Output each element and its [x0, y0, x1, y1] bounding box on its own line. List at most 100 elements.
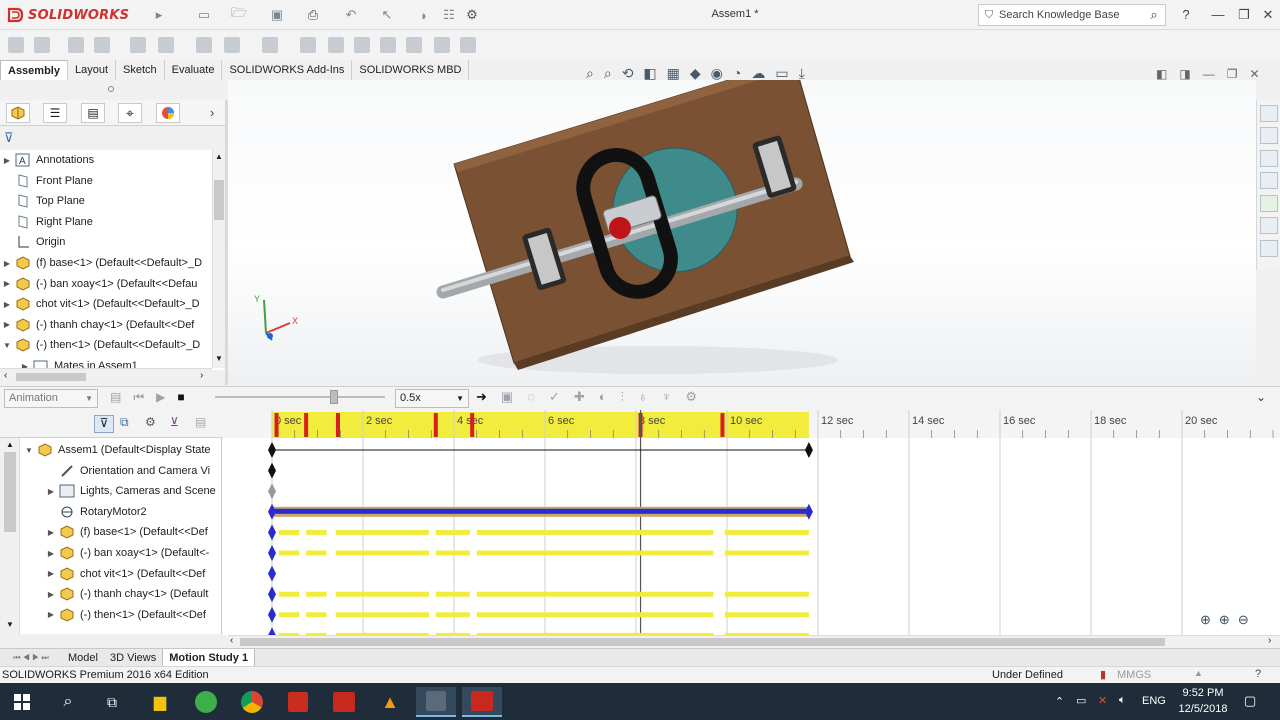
tray-volume-icon[interactable]: 🔈︎ [1119, 694, 1126, 707]
save-animation-icon[interactable]: ▣ [501, 389, 513, 405]
collapse-motion-manager-icon[interactable]: ⌄ [1256, 390, 1266, 404]
print-icon[interactable]: ⎙ [304, 6, 322, 24]
play-from-start-icon[interactable]: ⏮ [133, 390, 144, 405]
tab-addins[interactable]: SOLIDWORKS Add-Ins [222, 60, 353, 80]
tray-arrow-icon[interactable]: ⌃ [1055, 695, 1064, 708]
undo-icon[interactable]: ↶ [342, 6, 360, 24]
custom-properties-icon[interactable] [1260, 217, 1278, 234]
units-arrow-icon[interactable]: ▲ [1194, 668, 1203, 678]
scroll-down-icon[interactable]: ▼ [6, 620, 14, 629]
app-green-icon[interactable] [186, 687, 226, 717]
calculate-icon[interactable]: ▤ [110, 390, 121, 405]
feature-tree-item[interactable]: ▶ (-) ban xoay<1> (Default<<Defau [0, 274, 210, 294]
play-icon[interactable]: ▶ [156, 390, 165, 405]
contact-icon[interactable]: ♁ [638, 389, 648, 405]
timeline-canvas[interactable]: 0 sec 2 sec 4 sec 6 sec 8 sec 10 sec 12 sec 14 … [222, 410, 1280, 635]
tile-right-icon[interactable]: ◨ [1179, 67, 1190, 81]
design-library-icon[interactable] [1260, 127, 1278, 144]
autokey-icon[interactable]: ✓ [549, 389, 560, 405]
solidworks-forum-icon[interactable] [1260, 240, 1278, 257]
motion-tree-item[interactable]: ▶ Lights, Cameras and Scene [44, 481, 218, 501]
acrobat-icon[interactable] [278, 687, 318, 717]
tile-left-icon[interactable]: ◧ [1156, 67, 1167, 81]
feature-tree-scrollbar[interactable]: ▲ ▼ [212, 150, 225, 368]
slider-thumb[interactable] [330, 390, 338, 404]
insert-components-icon[interactable] [8, 37, 24, 53]
motion-tree-item[interactable]: ▶ (-) then<1> (Default<<Def [44, 605, 218, 625]
zoom-in-timeline-icon[interactable]: ⊕ [1200, 612, 1211, 628]
viewport-restore-icon[interactable]: ❐ [1227, 67, 1238, 81]
motion-tree-item[interactable]: ▶ (f) base<1> (Default<<Def [44, 522, 218, 542]
filter-driving-icon[interactable]: ⧉ [120, 415, 129, 430]
hscroll-thumb[interactable] [240, 638, 1165, 646]
expand-arrow-icon[interactable]: ▶ [44, 549, 58, 558]
tab-scroll-arrows-icon[interactable]: ⏮ ◀ ▶ ⏭ [0, 649, 62, 667]
scroll-left-icon[interactable]: ‹ [4, 370, 7, 381]
take-snapshot-icon[interactable] [434, 37, 450, 53]
solidworks-active-icon[interactable] [462, 687, 502, 717]
feature-tree-item[interactable]: ▶ chot vit<1> (Default<<Default>_D [0, 294, 210, 314]
restore-button[interactable]: ❐ [1234, 5, 1254, 25]
viewport-close-icon[interactable]: ✕ [1249, 67, 1259, 81]
solidworks-2016-icon[interactable] [324, 687, 364, 717]
save-icon[interactable]: ▣ [268, 6, 286, 24]
feature-tree-item[interactable]: Right Plane [0, 212, 210, 232]
collapse-handle-icon[interactable] [108, 86, 114, 92]
bill-of-materials-icon[interactable] [300, 37, 316, 53]
update-speedpak-icon[interactable] [406, 37, 422, 53]
clock-time[interactable]: 9:52 PM [1178, 687, 1228, 699]
tab-3d-views[interactable]: 3D Views [104, 649, 162, 667]
expand-arrow-icon[interactable]: ▶ [0, 320, 14, 329]
windows-start-icon[interactable] [2, 687, 42, 717]
property-manager-tab[interactable]: ☰ [43, 103, 67, 123]
clock-date[interactable]: 12/5/2018 [1174, 703, 1232, 715]
unit-system[interactable]: MMGS [1117, 669, 1151, 681]
tab-model[interactable]: Model [62, 649, 104, 667]
motion-tree-item[interactable]: ▶ (-) ban xoay<1> (Default<- [44, 543, 218, 563]
tray-device-icon[interactable]: ▭ [1076, 694, 1086, 707]
scroll-left-icon[interactable]: ‹ [230, 635, 233, 646]
camtasia-icon[interactable] [416, 687, 456, 717]
display-style-icon[interactable]: ◆ [690, 65, 701, 82]
smart-fasteners-icon[interactable] [94, 37, 110, 53]
motion-tree-item[interactable]: ▶ (-) thanh chay<1> (Default [44, 584, 218, 604]
hide-show-icon[interactable]: ◉ [711, 65, 723, 82]
zoom-to-area-icon[interactable]: ⌕ [604, 65, 612, 82]
menu-arrow-icon[interactable]: ▸ [150, 6, 168, 24]
feature-tree-item[interactable]: Top Plane [0, 191, 210, 211]
reference-geometry-icon[interactable] [224, 37, 240, 53]
view-settings-icon[interactable]: ▭ [775, 65, 788, 82]
configuration-manager-tab[interactable]: ▤ [81, 103, 105, 123]
linear-pattern-icon[interactable] [68, 37, 84, 53]
help-icon[interactable]: ? [1176, 5, 1196, 25]
rotate-view-icon[interactable]: ⤓ [799, 65, 805, 82]
playback-mode-icon[interactable]: ➜ [476, 389, 487, 405]
hscroll-thumb[interactable] [16, 373, 86, 381]
mate-icon[interactable] [34, 37, 50, 53]
close-button[interactable]: ✕ [1258, 5, 1278, 25]
motor-icon[interactable]: ◐ [599, 389, 607, 405]
filter-selected-icon[interactable]: ⚙ [145, 415, 156, 429]
solidworks-logo[interactable]: SOLIDWORKS [6, 5, 129, 25]
scroll-down-icon[interactable]: ▼ [215, 354, 223, 363]
motion-tree-item[interactable]: ▶ chot vit<1> (Default<<Def [44, 564, 218, 584]
gravity-icon[interactable]: ♆ [662, 389, 672, 405]
study-type-select[interactable]: Animation ▼ [4, 389, 98, 408]
expand-arrow-icon[interactable]: ▶ [44, 569, 58, 578]
vlc-icon[interactable]: ▲ [370, 687, 410, 717]
stop-icon[interactable]: ■ [177, 390, 184, 405]
zoom-to-fit-icon[interactable]: ⌕ [586, 65, 594, 82]
tab-mbd[interactable]: SOLIDWORKS MBD [352, 60, 470, 80]
motion-study-properties-icon[interactable]: ⚙ [685, 389, 697, 405]
tab-sketch[interactable]: Sketch [116, 60, 165, 80]
add-key-icon[interactable]: ✚ [574, 389, 585, 405]
timeline-hscrollbar[interactable]: ‹ › [228, 635, 1280, 648]
featuremanager-tab[interactable] [6, 103, 30, 123]
viewport-minimize-icon[interactable]: — [1203, 67, 1215, 81]
feature-tree-item[interactable]: ▶ (-) thanh chay<1> (Default<<Def [0, 315, 210, 335]
knowledge-base-search[interactable]: ⛉ Search Knowledge Base ⌕ [978, 4, 1166, 26]
options-gear-icon[interactable]: ⚙ [463, 6, 481, 24]
feature-tree-item[interactable]: ▶ (f) base<1> (Default<<Default>_D [0, 253, 210, 273]
file-properties-icon[interactable]: ☷ [440, 6, 458, 24]
filter-animated-icon[interactable]: ⊽ [94, 415, 114, 433]
